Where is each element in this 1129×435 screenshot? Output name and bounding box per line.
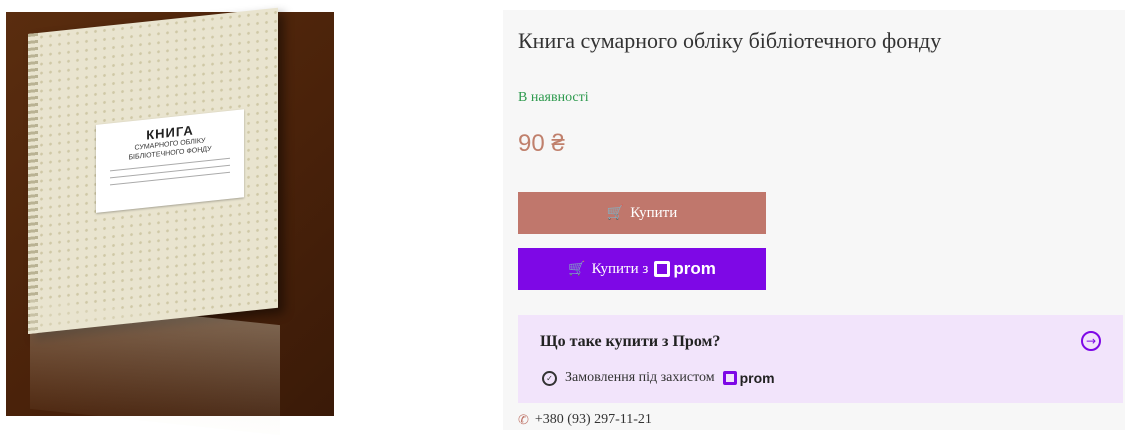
product-price: 90 ₴ [518,130,565,157]
buy-button[interactable]: 🛒 Купити [518,192,766,234]
book-label: КНИГА СУМАРНОГО ОБЛІКУ БІБЛІОТЕЧНОГО ФОН… [96,109,244,213]
product-title: Книга сумарного обліку бібліотечного фон… [518,28,942,53]
prom-logo-square-icon [722,371,737,385]
contact-phone[interactable]: ✆ +380 (93) 297-11-21 [518,412,652,428]
shield-check-icon: ✓ [542,370,557,386]
prom-logo-text: prom [739,370,775,386]
prom-logo: prom [654,259,716,279]
prom-card-title: Що таке купити з Пром? [540,333,721,350]
availability-status: В наявності [518,90,589,105]
product-info-panel: Книга сумарного обліку бібліотечного фон… [503,10,1125,430]
protection-text: Замовлення під захистом [565,370,715,385]
buy-with-prom-button[interactable]: 🛒 Купити з prom [518,248,766,290]
cart-icon: 🛒 [568,261,586,277]
buy-button-label: Купити [630,204,678,221]
book-reflection [30,298,280,435]
phone-number: +380 (93) 297-11-21 [534,412,652,427]
circle-arrow-right-icon[interactable]: → [1081,331,1101,351]
prom-logo: prom [722,370,775,386]
book-cover: КНИГА СУМАРНОГО ОБЛІКУ БІБЛІОТЕЧНОГО ФОН… [28,7,278,335]
book-label-rule [110,164,230,179]
product-image-pane: КНИГА СУМАРНОГО ОБЛІКУ БІБЛІОТЕЧНОГО ФОН… [0,0,490,435]
prom-logo-square-icon [654,261,671,277]
product-image[interactable]: КНИГА СУМАРНОГО ОБЛІКУ БІБЛІОТЕЧНОГО ФОН… [6,7,334,435]
book-label-rule [110,171,230,186]
prom-logo-text: prom [673,259,716,278]
cart-icon: 🛒 [606,205,625,221]
protection-row: ✓ Замовлення під захистом prom [542,370,775,386]
buy-with-prom-label: Купити з [591,260,649,277]
prom-info-card[interactable]: Що таке купити з Пром? → ✓ Замовлення пі… [518,315,1123,403]
phone-icon: ✆ [518,412,529,428]
